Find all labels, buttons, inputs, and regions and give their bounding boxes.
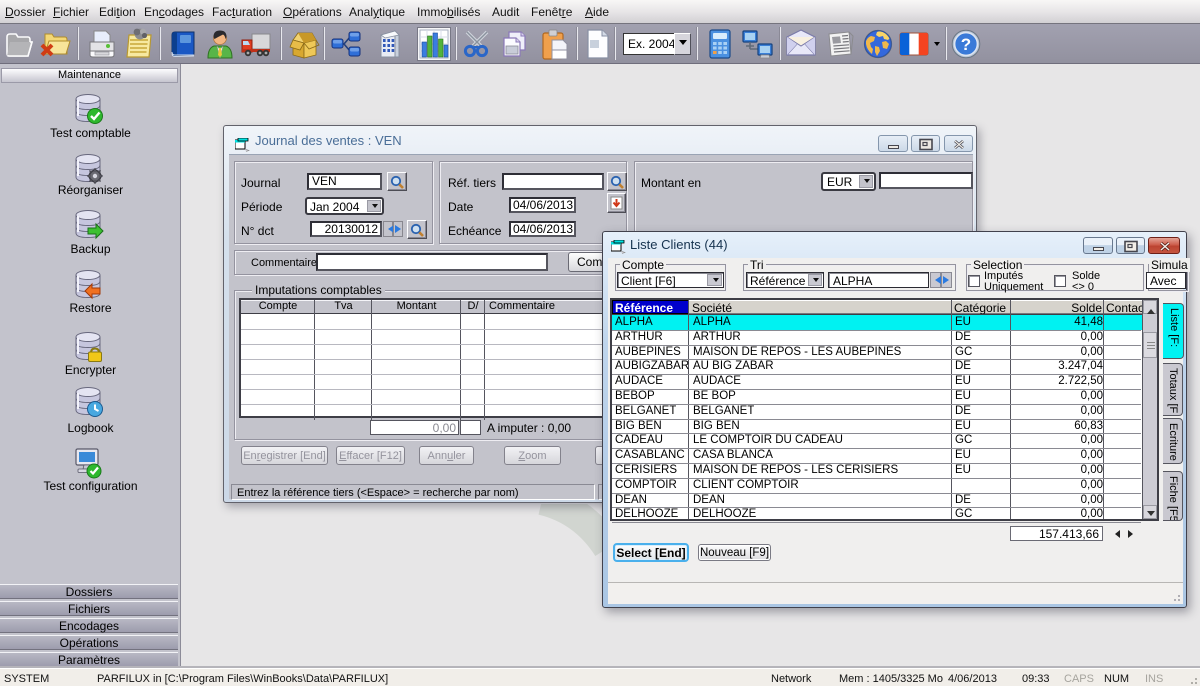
svg-text:?: ? bbox=[961, 35, 971, 54]
